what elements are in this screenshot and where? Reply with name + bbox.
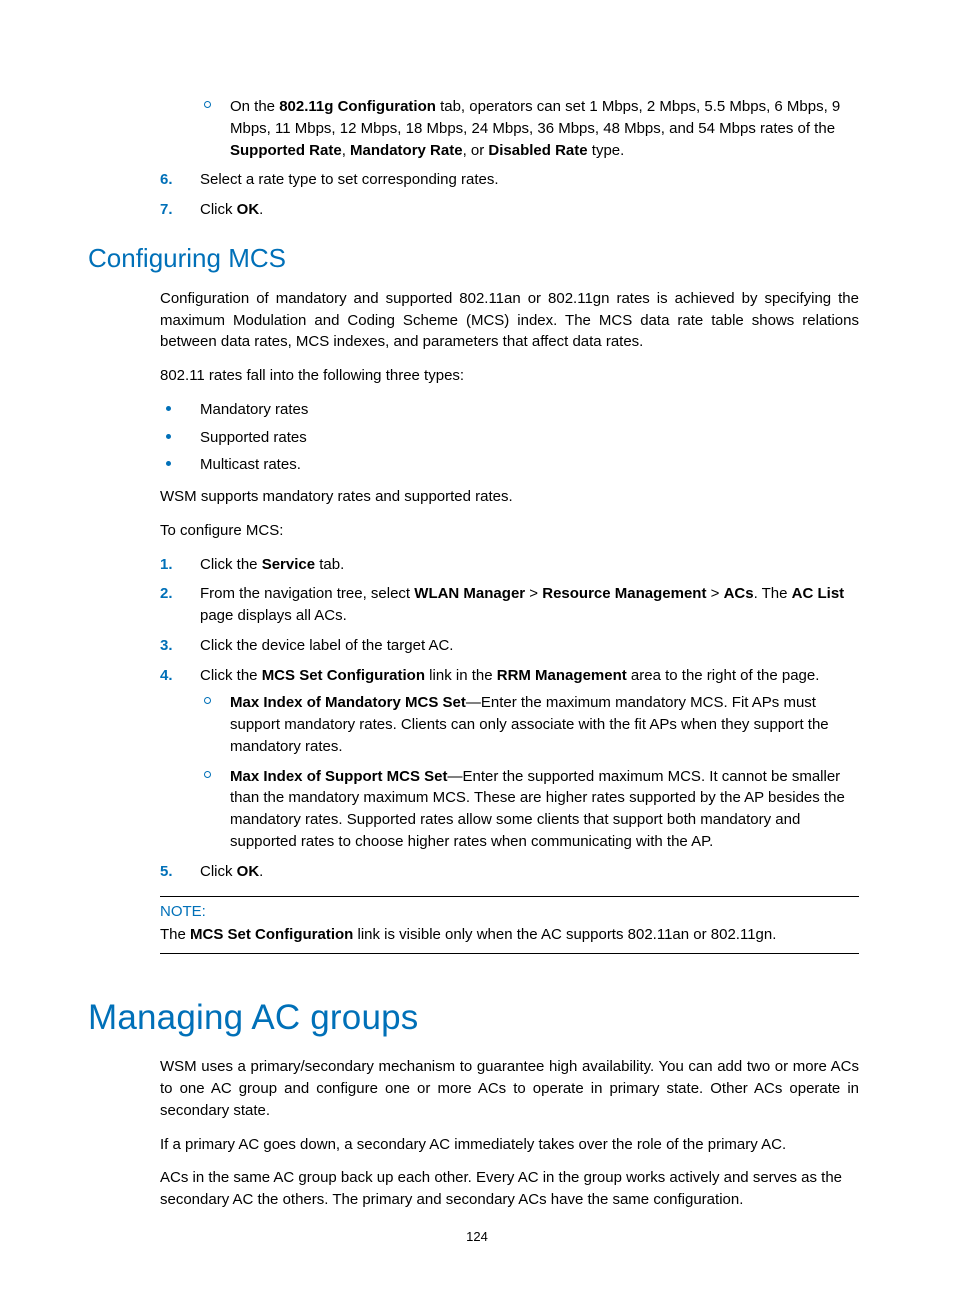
bold: OK bbox=[237, 863, 260, 880]
step-marker: 3. bbox=[160, 635, 190, 657]
circle-bullet-icon bbox=[204, 101, 211, 108]
step-7: 7. Click OK. bbox=[160, 199, 859, 221]
bold: Service bbox=[262, 556, 315, 573]
text: Click bbox=[200, 201, 237, 218]
step-6: 6. Select a rate type to set correspondi… bbox=[160, 169, 859, 191]
circle-bullet-icon bbox=[204, 771, 211, 778]
step-4: 4. Click the MCS Set Configuration link … bbox=[160, 665, 859, 853]
bold: Mandatory Rate bbox=[350, 142, 463, 159]
text: From the navigation tree, select bbox=[200, 585, 414, 602]
text: type. bbox=[588, 142, 625, 159]
text: , bbox=[342, 142, 350, 159]
list-item: Supported rates bbox=[160, 427, 859, 449]
step-marker: 7. bbox=[160, 199, 190, 221]
bold: ACs bbox=[724, 585, 754, 602]
paragraph: WSM supports mandatory rates and support… bbox=[160, 486, 859, 508]
step-marker: 2. bbox=[160, 583, 190, 605]
text: > bbox=[706, 585, 723, 602]
note-label: NOTE: bbox=[160, 903, 859, 920]
paragraph: Configuration of mandatory and supported… bbox=[160, 288, 859, 353]
sub-item-max-mandatory: Max Index of Mandatory MCS Set—Enter the… bbox=[200, 692, 859, 757]
bold: AC List bbox=[792, 585, 845, 602]
text: . bbox=[259, 863, 263, 880]
text: Click the bbox=[200, 556, 262, 573]
step-2: 2. From the navigation tree, select WLAN… bbox=[160, 583, 859, 627]
intro-continuation: . On the 802.11g Configuration tab, oper… bbox=[160, 96, 859, 221]
step-3: 3. Click the device label of the target … bbox=[160, 635, 859, 657]
text: , or bbox=[463, 142, 489, 159]
paragraph: 802.11 rates fall into the following thr… bbox=[160, 365, 859, 387]
bold: Resource Management bbox=[542, 585, 706, 602]
step-5: 5. Click OK. bbox=[160, 861, 859, 883]
text: The bbox=[160, 926, 190, 943]
step-marker: 4. bbox=[160, 665, 190, 687]
text: . The bbox=[754, 585, 792, 602]
heading-configuring-mcs: Configuring MCS bbox=[88, 243, 859, 274]
text: On the bbox=[230, 98, 279, 115]
paragraph: ACs in the same AC group back up each ot… bbox=[160, 1167, 859, 1211]
bold: Disabled Rate bbox=[488, 142, 587, 159]
page-number: 124 bbox=[0, 1229, 954, 1244]
note-text: The MCS Set Configuration link is visibl… bbox=[160, 924, 859, 945]
text: Select a rate type to set corresponding … bbox=[200, 171, 499, 188]
text: page displays all ACs. bbox=[200, 607, 347, 624]
bold: 802.11g Configuration bbox=[279, 98, 436, 115]
text: > bbox=[525, 585, 542, 602]
step-marker: 1. bbox=[160, 554, 190, 576]
text: . bbox=[259, 201, 263, 218]
bold: RRM Management bbox=[497, 667, 627, 684]
bold: OK bbox=[237, 201, 260, 218]
list-item: Multicast rates. bbox=[160, 454, 859, 476]
paragraph: If a primary AC goes down, a secondary A… bbox=[160, 1134, 859, 1156]
bold: Supported Rate bbox=[230, 142, 342, 159]
text: Click the bbox=[200, 667, 262, 684]
circle-bullet-icon bbox=[204, 697, 211, 704]
step-marker: 5. bbox=[160, 861, 190, 883]
mcs-steps: 1. Click the Service tab. 2. From the na… bbox=[160, 554, 859, 883]
text: tab. bbox=[315, 556, 344, 573]
list-item: . On the 802.11g Configuration tab, oper… bbox=[160, 96, 859, 161]
heading-managing-ac-groups: Managing AC groups bbox=[88, 998, 859, 1038]
step-marker: 6. bbox=[160, 169, 190, 191]
step-1: 1. Click the Service tab. bbox=[160, 554, 859, 576]
text: link in the bbox=[425, 667, 497, 684]
mcs-section: Configuration of mandatory and supported… bbox=[160, 288, 859, 883]
text: area to the right of the page. bbox=[627, 667, 820, 684]
note-box: NOTE: The MCS Set Configuration link is … bbox=[160, 896, 859, 954]
sub-item-max-support: Max Index of Support MCS Set—Enter the s… bbox=[200, 766, 859, 853]
paragraph: WSM uses a primary/secondary mechanism t… bbox=[160, 1056, 859, 1121]
rate-types-list: Mandatory rates Supported rates Multicas… bbox=[160, 399, 859, 476]
bold: MCS Set Configuration bbox=[190, 926, 353, 943]
paragraph: To configure MCS: bbox=[160, 520, 859, 542]
page: . On the 802.11g Configuration tab, oper… bbox=[0, 0, 954, 1296]
bold: Max Index of Mandatory MCS Set bbox=[230, 694, 466, 711]
bold: Max Index of Support MCS Set bbox=[230, 768, 448, 785]
bold: MCS Set Configuration bbox=[262, 667, 425, 684]
bold: WLAN Manager bbox=[414, 585, 525, 602]
list-item: Mandatory rates bbox=[160, 399, 859, 421]
text: link is visible only when the AC support… bbox=[353, 926, 776, 943]
sub-item-80211g: On the 802.11g Configuration tab, operat… bbox=[200, 96, 859, 161]
text: Click the device label of the target AC. bbox=[200, 637, 453, 654]
text: Click bbox=[200, 863, 237, 880]
ac-section: WSM uses a primary/secondary mechanism t… bbox=[160, 1056, 859, 1211]
